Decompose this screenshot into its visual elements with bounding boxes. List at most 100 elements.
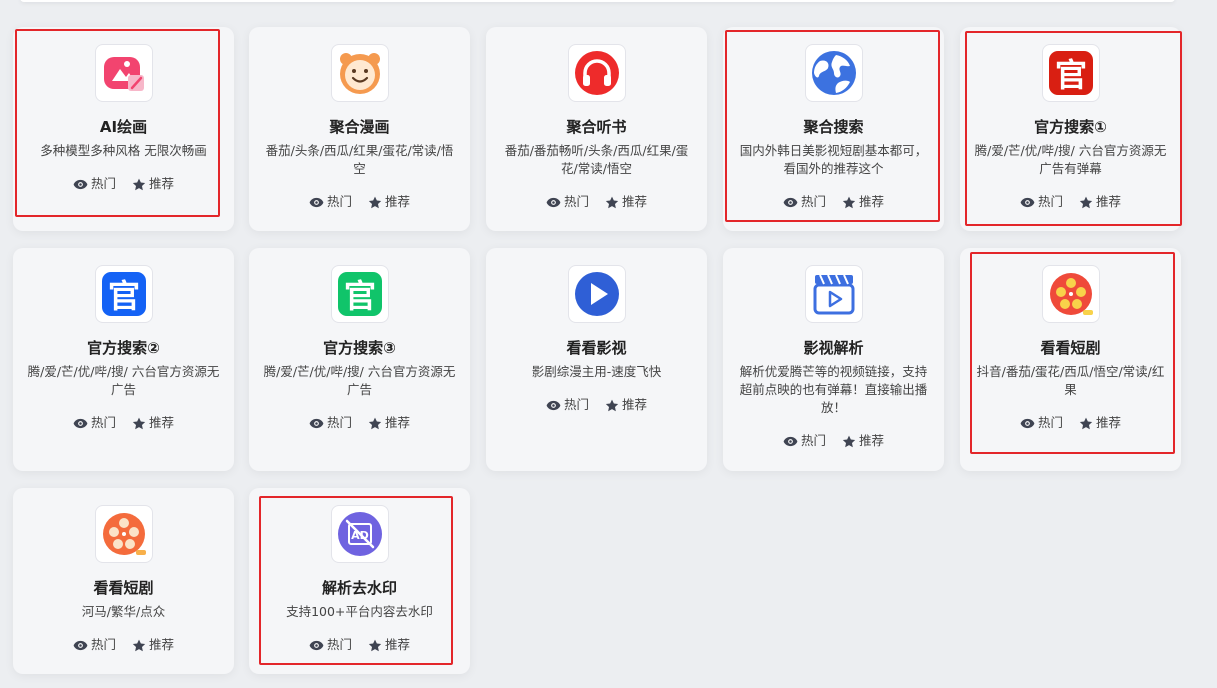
hot-tag: 热门 xyxy=(546,194,589,210)
hot-label: 热门 xyxy=(90,415,116,430)
card-title: 看看影视 xyxy=(566,339,627,357)
top-panel-edge xyxy=(20,0,1175,2)
recommend-label: 推荐 xyxy=(1096,194,1122,209)
card-tags: 热门 推荐 xyxy=(723,433,944,449)
star-icon xyxy=(1079,417,1093,429)
star-icon xyxy=(368,196,382,208)
star-icon xyxy=(132,178,146,190)
tool-card-remove-watermark[interactable]: AD 解析去水印 支持100+平台内容去水印 热门 推荐 xyxy=(249,488,470,674)
hot-tag: 热门 xyxy=(73,176,116,192)
tool-card-ai-paint[interactable]: AI绘画 多种模型多种风格 无限次畅画 热门 推荐 xyxy=(13,27,234,231)
hot-tag: 热门 xyxy=(783,433,826,449)
recommend-label: 推荐 xyxy=(149,176,175,191)
tool-card-short-drama-2[interactable]: 看看短剧 河马/繁华/点众 热门 推荐 xyxy=(13,488,234,674)
star-icon xyxy=(605,399,619,411)
recommend-label: 推荐 xyxy=(149,637,175,652)
hot-tag: 热门 xyxy=(73,637,116,653)
tool-card-official-search-1[interactable]: 官 官方搜索① 腾/爱/芒/优/哔/搜/ 六台官方资源无广告有弹幕 热门 推荐 xyxy=(960,27,1181,231)
recommend-tag: 推荐 xyxy=(842,194,884,210)
recommend-label: 推荐 xyxy=(1096,415,1122,430)
card-tags: 热门 推荐 xyxy=(13,176,234,192)
eye-icon xyxy=(73,418,88,428)
tool-card-video-parse[interactable]: 影视解析 解析优爱腾芒等的视频链接，支持超前点映的也有弹幕！直接输出播放！ 热门… xyxy=(723,248,944,471)
headphones-icon xyxy=(567,44,626,102)
hot-label: 热门 xyxy=(800,433,826,448)
globe-icon xyxy=(804,44,863,102)
hot-tag: 热门 xyxy=(546,397,589,413)
hot-label: 热门 xyxy=(1037,194,1063,209)
tool-card-short-drama-1[interactable]: 看看短剧 抖音/番茄/蛋花/西瓜/悟空/常读/红果 热门 推荐 xyxy=(960,248,1181,471)
hot-tag: 热门 xyxy=(73,415,116,431)
hot-label: 热门 xyxy=(326,637,352,652)
official-blue-icon: 官 xyxy=(94,265,153,323)
card-tags: 热门 推荐 xyxy=(960,194,1181,210)
card-tags: 热门 推荐 xyxy=(249,637,470,653)
star-icon xyxy=(842,435,856,447)
eye-icon xyxy=(783,197,798,207)
recommend-tag: 推荐 xyxy=(368,194,410,210)
recommend-tag: 推荐 xyxy=(842,433,884,449)
card-tags: 热门 推荐 xyxy=(249,415,470,431)
hot-tag: 热门 xyxy=(309,637,352,653)
card-description: 腾/爱/芒/优/哔/搜/ 六台官方资源无广告 xyxy=(263,364,456,397)
card-description: 解析优爱腾芒等的视频链接，支持超前点映的也有弹幕！直接输出播放！ xyxy=(739,364,928,415)
tool-card-official-search-3[interactable]: 官 官方搜索③ 腾/爱/芒/优/哔/搜/ 六台官方资源无广告 热门 推荐 xyxy=(249,248,470,471)
card-description: 国内外韩日美影视短剧基本都可，看国外的推荐这个 xyxy=(739,143,928,176)
svg-text:官: 官 xyxy=(343,277,375,315)
star-icon xyxy=(368,417,382,429)
eye-icon xyxy=(1020,197,1035,207)
card-description: 番茄/头条/西瓜/红果/蛋花/常读/悟空 xyxy=(265,143,454,176)
card-description: 抖音/番茄/蛋花/西瓜/悟空/常读/红果 xyxy=(976,364,1165,397)
star-icon xyxy=(132,417,146,429)
recommend-label: 推荐 xyxy=(385,194,411,209)
recommend-label: 推荐 xyxy=(149,415,175,430)
eye-icon xyxy=(73,640,88,650)
eye-icon xyxy=(309,197,324,207)
tool-card-audiobooks[interactable]: 聚合听书 番茄/番茄畅听/头条/西瓜/红果/蛋花/常读/悟空 热门 推荐 xyxy=(486,27,707,231)
card-description: 河马/繁华/点众 xyxy=(81,604,166,619)
card-title: 聚合听书 xyxy=(566,118,627,136)
svg-text:官: 官 xyxy=(1054,56,1086,94)
recommend-tag: 推荐 xyxy=(368,637,410,653)
tool-card-kankan-video[interactable]: 看看影视 影剧综漫主用-速度飞快 热门 推荐 xyxy=(486,248,707,471)
recommend-label: 推荐 xyxy=(385,637,411,652)
hot-label: 热门 xyxy=(563,397,589,412)
recommend-tag: 推荐 xyxy=(1079,194,1121,210)
card-tags: 热门 推荐 xyxy=(960,415,1181,431)
svg-text:官: 官 xyxy=(107,277,139,315)
card-tags: 热门 推荐 xyxy=(486,397,707,413)
tool-card-comics[interactable]: 聚合漫画 番茄/头条/西瓜/红果/蛋花/常读/悟空 热门 推荐 xyxy=(249,27,470,231)
hot-label: 热门 xyxy=(90,637,116,652)
hot-tag: 热门 xyxy=(309,415,352,431)
hot-tag: 热门 xyxy=(783,194,826,210)
ai-paint-icon xyxy=(94,44,153,102)
card-title: 解析去水印 xyxy=(321,579,397,597)
card-tags: 热门 推荐 xyxy=(249,194,470,210)
hot-tag: 热门 xyxy=(309,194,352,210)
tool-card-official-search-2[interactable]: 官 官方搜索② 腾/爱/芒/优/哔/搜/ 六台官方资源无广告 热门 推荐 xyxy=(13,248,234,471)
eye-icon xyxy=(546,400,561,410)
hot-tag: 热门 xyxy=(1020,194,1063,210)
clapperboard-icon xyxy=(804,265,863,323)
recommend-label: 推荐 xyxy=(622,194,648,209)
no-watermark-icon: AD xyxy=(330,505,389,563)
eye-icon xyxy=(309,418,324,428)
card-description: 影剧综漫主用-速度飞快 xyxy=(531,364,662,379)
card-tags: 热门 推荐 xyxy=(486,194,707,210)
tool-card-search[interactable]: 聚合搜索 国内外韩日美影视短剧基本都可，看国外的推荐这个 热门 推荐 xyxy=(723,27,944,231)
card-title: 官方搜索② xyxy=(87,339,160,357)
card-title: 看看短剧 xyxy=(93,579,154,597)
star-icon xyxy=(842,196,856,208)
card-title: 官方搜索③ xyxy=(323,339,396,357)
recommend-tag: 推荐 xyxy=(605,397,647,413)
hot-tag: 热门 xyxy=(1020,415,1063,431)
bear-icon xyxy=(330,44,389,102)
eye-icon xyxy=(309,640,324,650)
hot-label: 热门 xyxy=(1037,415,1063,430)
recommend-tag: 推荐 xyxy=(132,637,174,653)
official-green-icon: 官 xyxy=(330,265,389,323)
recommend-label: 推荐 xyxy=(622,397,648,412)
card-tags: 热门 推荐 xyxy=(13,415,234,431)
hot-label: 热门 xyxy=(326,194,352,209)
card-title: 聚合搜索 xyxy=(803,118,864,136)
